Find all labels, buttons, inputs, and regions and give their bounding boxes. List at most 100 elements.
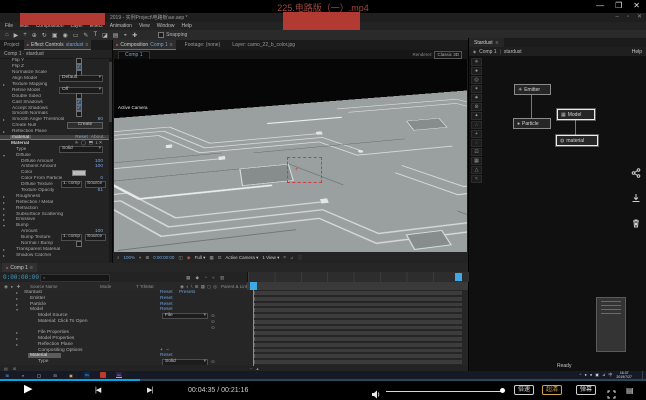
ae-window-button[interactable]: – [615, 14, 618, 20]
tool-icon[interactable]: ◪ [102, 32, 108, 39]
tool-icon[interactable]: ▤ [113, 32, 119, 39]
twirl-icon[interactable] [16, 330, 18, 335]
tool-icon[interactable]: ✚ [132, 32, 137, 39]
twirl-icon[interactable] [3, 247, 7, 252]
layer-duration-bar[interactable] [253, 291, 462, 295]
time-ruler[interactable]: :00s01s02s03s04s05s06s07s [247, 272, 469, 282]
twirl-icon[interactable] [16, 302, 18, 307]
work-area-bar[interactable] [247, 282, 468, 290]
twirl-icon[interactable] [16, 336, 18, 341]
node-navigator[interactable] [596, 297, 626, 352]
play-button[interactable]: ▶ [24, 383, 32, 396]
layer-duration-bar[interactable] [253, 360, 462, 364]
viewport-toolbar-item[interactable]: ▦ [209, 255, 213, 261]
tool-icon[interactable]: ↻ [42, 32, 47, 39]
twirl-icon[interactable] [3, 212, 7, 217]
tab-layer[interactable]: Layer: camo_22_b_color.jpg [229, 42, 298, 48]
timeline-view-icons[interactable]: ▦ ◆ ◔ ≈ ▥ [186, 275, 226, 281]
twirl-icon[interactable] [3, 223, 7, 228]
taskbar-app-icon[interactable]: ⌕ [20, 372, 26, 378]
snapping-toggle[interactable]: Snapping [158, 32, 187, 38]
panel-menu-icon[interactable]: ≡ [170, 42, 173, 48]
taskbar-app-icon[interactable]: Ae [116, 372, 122, 378]
layer-duration-bar[interactable] [253, 343, 462, 347]
viewport-toolbar-item[interactable]: ▾ [139, 255, 141, 261]
layer-duration-bar[interactable] [253, 337, 462, 341]
share-nodes-icon[interactable] [631, 168, 641, 178]
tray-icon[interactable]: ▣ [595, 372, 599, 378]
row-value[interactable]: Reset [160, 296, 173, 301]
maximize-button[interactable]: ❐ [615, 1, 622, 10]
tool-icon[interactable]: ⌂ [5, 32, 9, 39]
viewport-toolbar-item[interactable]: 100% [124, 255, 136, 260]
node-material[interactable]: ◍ material [556, 135, 598, 146]
tab-effect-controls[interactable]: ■ Effect Controls stardust ≡ [24, 40, 92, 50]
node-type-icon[interactable]: ◎ [471, 76, 482, 84]
property-value[interactable]: 61 [98, 188, 103, 193]
close-button[interactable]: ✕ [633, 1, 640, 10]
twirl-icon[interactable] [3, 200, 7, 205]
renderer-button[interactable]: Classic 3D [434, 51, 462, 59]
node-type-icon[interactable]: ∴ [471, 121, 482, 129]
twirl-icon[interactable] [3, 82, 7, 87]
tool-icon[interactable]: ✎ [83, 32, 88, 39]
property-value[interactable]: 100 [95, 159, 103, 164]
node-type-icon[interactable]: ✶ [471, 85, 482, 93]
previous-button[interactable]: |◀ [95, 386, 100, 394]
twirl-icon[interactable] [3, 129, 7, 134]
composition-viewport[interactable]: Active Camera + [114, 59, 467, 252]
node-model[interactable]: ▦ Model [557, 109, 595, 120]
node-type-icon[interactable]: + [471, 130, 482, 138]
fullscreen-button[interactable] [607, 386, 616, 400]
panel-menu-icon[interactable]: ≡ [30, 265, 33, 271]
panel-menu-icon[interactable]: ≡ [85, 42, 88, 48]
property-value[interactable]: 100 [95, 164, 103, 169]
twirl-icon[interactable] [3, 153, 7, 158]
row-value[interactable]: Reset [160, 307, 173, 312]
layer-duration-bar[interactable] [253, 303, 462, 307]
node-type-icon[interactable]: △ [471, 166, 482, 174]
node-type-icon[interactable]: ● [471, 67, 482, 75]
tool-icon[interactable]: ⊕ [32, 32, 37, 39]
twirl-icon[interactable] [16, 290, 18, 295]
layer-duration-bar[interactable] [253, 349, 462, 353]
speed-button[interactable]: 倍速 [514, 385, 534, 395]
viewport-toolbar-item[interactable]: ⊡ [218, 255, 222, 261]
menu-item[interactable]: View [139, 23, 150, 29]
taskbar-app-icon[interactable]: Ps [84, 372, 90, 378]
viewport-toolbar-item[interactable]: ⊿ [290, 255, 294, 261]
playlist-toggle-button[interactable]: ▤ [626, 386, 634, 395]
volume-icon[interactable] [371, 386, 381, 400]
tool-icon[interactable]: ◉ [63, 32, 68, 39]
twirl-icon[interactable] [16, 296, 18, 301]
twirl-icon[interactable] [3, 206, 7, 211]
column-mode[interactable]: Mode [100, 284, 111, 289]
tray-icon[interactable]: 中 [608, 372, 612, 378]
tool-icon[interactable]: ▣ [52, 32, 58, 39]
menu-item[interactable]: Help [181, 23, 191, 29]
save-download-icon[interactable] [631, 193, 641, 203]
node-particle[interactable]: ● Particle [513, 118, 551, 129]
layer-duration-bar[interactable] [253, 326, 462, 330]
column-parent-link[interactable]: Parent & Link [221, 284, 248, 289]
twirl-icon[interactable] [16, 342, 18, 347]
node-type-icon[interactable]: ✦ [471, 112, 482, 120]
work-area-end-handle[interactable] [455, 273, 462, 281]
column-source-name[interactable]: Source Name [30, 284, 58, 289]
viewport-toolbar-item[interactable]: ◉ [187, 255, 191, 261]
menu-item[interactable]: Window [157, 23, 175, 29]
volume-slider-handle[interactable] [500, 388, 505, 393]
menu-item[interactable]: File [5, 23, 13, 29]
tray-icon[interactable]: ● [590, 372, 592, 378]
row-value[interactable]: + − [160, 348, 170, 353]
timeline-search-input[interactable]: ⌕ [40, 274, 110, 282]
ae-window-button[interactable]: ▫ [627, 14, 629, 20]
help-link[interactable]: Help [632, 49, 642, 55]
tool-icon[interactable]: ▭ [73, 32, 79, 39]
row-value-2[interactable]: Presets [179, 290, 195, 295]
layer-duration-bar[interactable] [253, 320, 462, 324]
playhead[interactable] [250, 282, 257, 290]
taskbar-app-icon[interactable]: ▣ [68, 372, 74, 378]
node-emitter[interactable]: ✳ Emitter [514, 84, 551, 95]
viewport-toolbar-item[interactable]: ⌕ [117, 255, 120, 260]
